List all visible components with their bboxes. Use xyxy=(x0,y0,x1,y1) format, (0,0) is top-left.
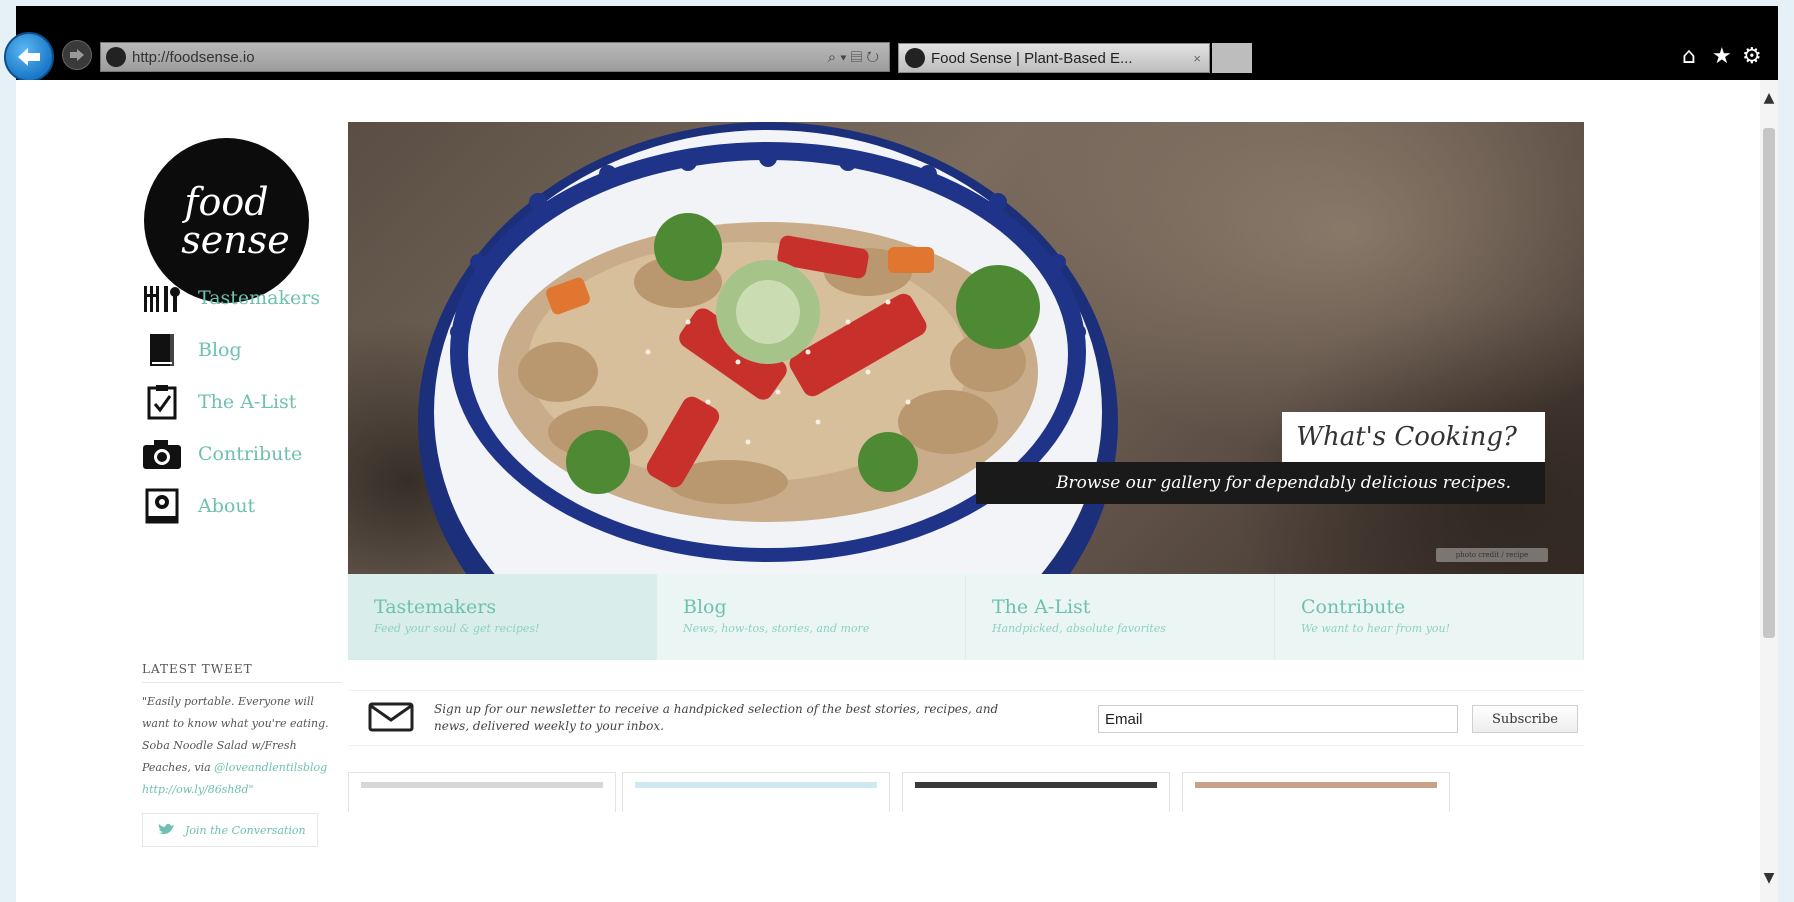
pasta-bowl-photo xyxy=(418,122,1118,574)
join-conversation-button[interactable]: Join the Conversation xyxy=(142,813,318,847)
utensils-icon xyxy=(142,278,182,318)
nav-label: About xyxy=(198,495,256,517)
sidebar-item-a-list[interactable]: The A-List xyxy=(142,382,296,422)
hero-subtitle[interactable]: Browse our gallery for dependably delici… xyxy=(976,462,1545,504)
tweet-url-link[interactable]: http://ow.ly/86sh8d" xyxy=(142,783,254,796)
settings-gear-icon[interactable]: ⚙ xyxy=(1742,46,1762,68)
favorites-star-icon[interactable]: ★ xyxy=(1712,46,1732,68)
page-viewport: food sense Tastemakers Blog The A-List C… xyxy=(16,80,1760,902)
forward-arrow-icon xyxy=(70,49,84,61)
home-icon[interactable]: ⌂ xyxy=(1682,46,1696,68)
sidebar-item-about[interactable]: About xyxy=(142,486,255,526)
sidebar-item-tastemakers[interactable]: Tastemakers xyxy=(142,278,320,318)
book-icon xyxy=(142,330,182,370)
feature-tab-desc: Feed your soul & get recipes! xyxy=(374,622,540,635)
hero-title: What's Cooking? xyxy=(1282,412,1545,462)
sidebar-item-contribute[interactable]: Contribute xyxy=(142,434,302,474)
clipboard-check-icon xyxy=(142,382,182,422)
hero-banner[interactable]: What's Cooking? Browse our gallery for d… xyxy=(348,122,1584,574)
latest-tweet: LATEST TWEET "Easily portable. Everyone … xyxy=(142,662,342,801)
email-field[interactable] xyxy=(1098,705,1458,733)
feature-tab-a-list[interactable]: The A-List Handpicked, absolute favorite… xyxy=(966,574,1275,660)
new-tab-button[interactable] xyxy=(1212,43,1252,73)
sidebar-item-blog[interactable]: Blog xyxy=(142,330,242,370)
back-arrow-icon xyxy=(18,48,40,66)
nav-label: Tastemakers xyxy=(198,287,321,309)
address-url: http://foodsense.io xyxy=(132,48,255,66)
forward-button[interactable] xyxy=(62,40,92,70)
address-tools[interactable]: ⌕ ▾ ▤ ↻ xyxy=(828,49,879,66)
latest-tweet-heading: LATEST TWEET xyxy=(142,662,342,683)
feature-tab-title: Blog xyxy=(683,596,727,618)
feature-tab-title: Contribute xyxy=(1301,596,1406,618)
feature-tab-desc: Handpicked, absolute favorites xyxy=(992,622,1166,635)
feature-tab-contribute[interactable]: Contribute We want to hear from you! xyxy=(1275,574,1584,660)
logo-line-2: sense xyxy=(181,217,290,262)
tab-title: Food Sense | Plant-Based E... xyxy=(931,49,1133,67)
gallery-card[interactable] xyxy=(1182,772,1450,812)
profile-card-icon xyxy=(142,486,182,526)
nav-label: Contribute xyxy=(198,443,303,465)
join-conversation-label: Join the Conversation xyxy=(185,823,306,837)
gallery-card[interactable] xyxy=(902,772,1170,812)
newsletter-signup: Sign up for our newsletter to receive a … xyxy=(348,690,1584,746)
back-button[interactable] xyxy=(4,32,54,82)
address-bar[interactable]: http://foodsense.io ⌕ ▾ ▤ ↻ xyxy=(100,42,890,72)
camera-icon xyxy=(142,434,182,474)
gallery-card[interactable] xyxy=(622,772,890,812)
vertical-scrollbar[interactable]: ▲ ▼ xyxy=(1760,80,1778,902)
feature-tab-desc: We want to hear from you! xyxy=(1301,622,1451,635)
feature-tab-title: Tastemakers xyxy=(374,596,497,618)
gallery-card[interactable] xyxy=(348,772,616,812)
envelope-icon xyxy=(368,702,414,732)
tab-favicon-icon xyxy=(905,48,925,68)
feature-tab-tastemakers[interactable]: Tastemakers Feed your soul & get recipes… xyxy=(348,574,657,660)
scroll-thumb[interactable] xyxy=(1763,128,1775,638)
tab-food-sense[interactable]: Food Sense | Plant-Based E... × xyxy=(898,43,1210,73)
nav-label: Blog xyxy=(198,339,242,361)
nav-label: The A-List xyxy=(198,391,297,413)
twitter-bird-icon xyxy=(157,822,175,839)
site-favicon-icon xyxy=(106,47,126,67)
tweet-handle-link[interactable]: @loveandlentilsblog xyxy=(214,761,327,774)
subscribe-button[interactable]: Subscribe xyxy=(1472,705,1578,733)
feature-tab-title: The A-List xyxy=(992,596,1091,618)
feature-tab-blog[interactable]: Blog News, how-tos, stories, and more xyxy=(657,574,966,660)
tab-close-icon[interactable]: × xyxy=(1193,51,1201,66)
logo-line-1: food xyxy=(184,179,269,224)
feature-tab-desc: News, how-tos, stories, and more xyxy=(683,622,870,635)
scroll-down-icon[interactable]: ▼ xyxy=(1760,870,1778,886)
feature-tabs: Tastemakers Feed your soul & get recipes… xyxy=(348,574,1584,660)
scroll-up-icon[interactable]: ▲ xyxy=(1760,90,1778,106)
tweet-body: "Easily portable. Everyone will want to … xyxy=(142,691,342,801)
newsletter-text: Sign up for our newsletter to receive a … xyxy=(434,702,999,733)
hero-photo-credit: photo credit / recipe xyxy=(1436,548,1548,562)
